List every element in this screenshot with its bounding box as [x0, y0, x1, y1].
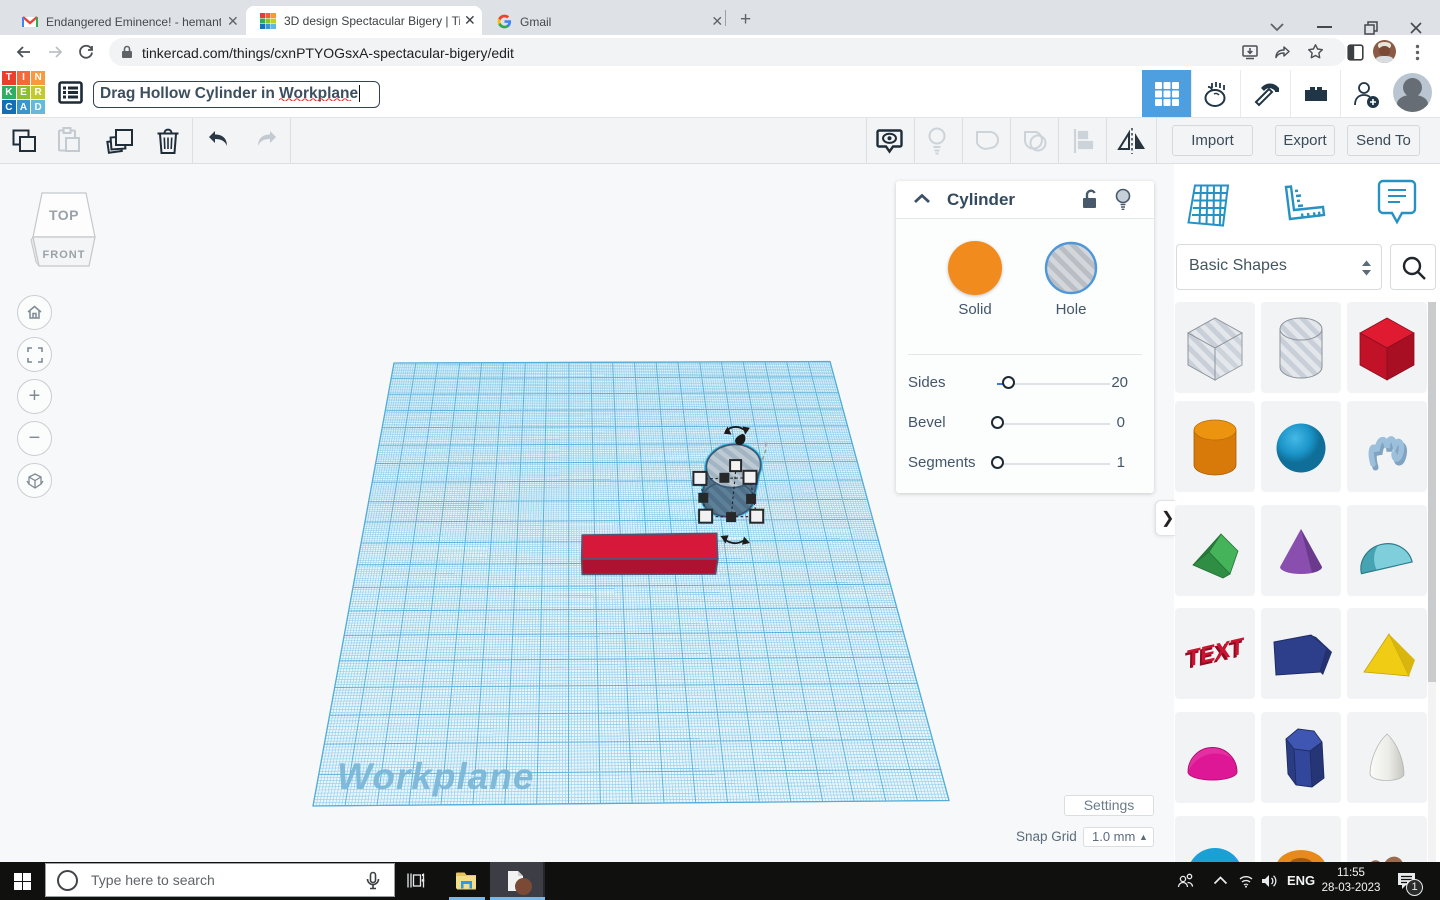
svg-text:TOP: TOP [49, 207, 79, 223]
svg-text:Workplane: Workplane [337, 756, 534, 797]
svg-text:FRONT: FRONT [43, 249, 86, 261]
